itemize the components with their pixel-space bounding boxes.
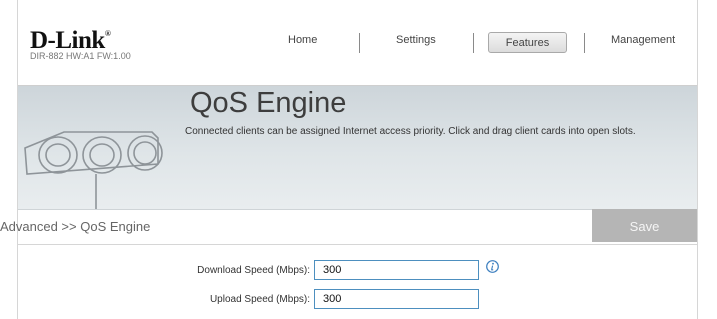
- nav-management[interactable]: Management: [611, 34, 675, 46]
- page-title: QoS Engine: [190, 87, 347, 119]
- download-speed-label: Download Speed (Mbps):: [197, 265, 310, 276]
- nav-divider: [359, 33, 360, 53]
- toolbar: Advanced >> QoS Engine Save: [0, 209, 717, 243]
- nav-settings[interactable]: Settings: [396, 34, 436, 46]
- router-admin-page: D-Link® DIR-882 HW:A1 FW:1.00 Home Setti…: [0, 0, 717, 319]
- nav-features[interactable]: Features: [488, 32, 567, 53]
- upload-speed-input[interactable]: [314, 289, 479, 309]
- page-description: Connected clients can be assigned Intern…: [185, 126, 636, 137]
- nav-divider: [584, 33, 585, 53]
- nav-divider: [473, 33, 474, 53]
- dlink-logo: D-Link®: [30, 27, 111, 54]
- upload-speed-label: Upload Speed (Mbps):: [209, 294, 310, 305]
- nav-home[interactable]: Home: [288, 34, 317, 46]
- top-header: D-Link® DIR-882 HW:A1 FW:1.00 Home Setti…: [18, 0, 697, 86]
- model-info: DIR-882 HW:A1 FW:1.00: [30, 51, 131, 61]
- download-speed-input[interactable]: [314, 260, 479, 280]
- right-border: [697, 0, 698, 319]
- qos-illustration-icon: [24, 131, 163, 209]
- page-banner: QoS Engine Connected clients can be assi…: [18, 86, 697, 210]
- section-divider: [18, 244, 697, 245]
- save-button[interactable]: Save: [592, 209, 697, 242]
- breadcrumb: Advanced >> QoS Engine: [0, 219, 151, 234]
- info-icon[interactable]: [486, 260, 499, 273]
